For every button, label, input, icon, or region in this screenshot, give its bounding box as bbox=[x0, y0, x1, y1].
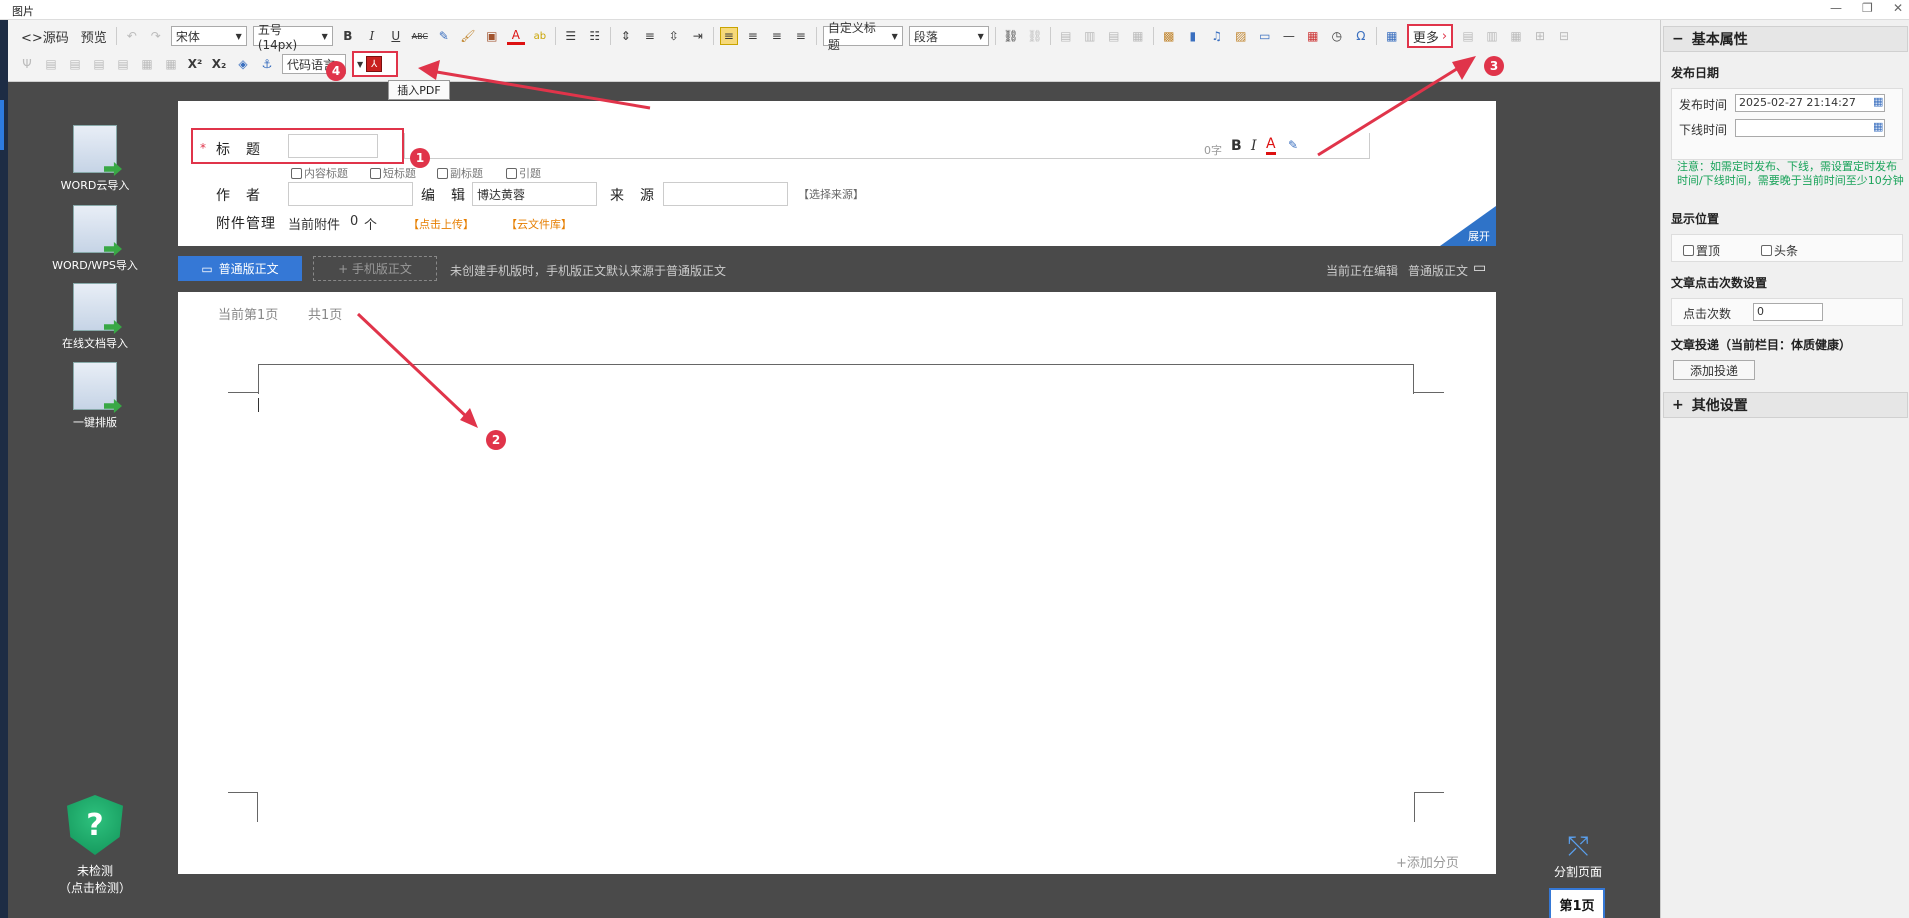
annotation-badge-3: 3 bbox=[1484, 56, 1504, 76]
arrow-line bbox=[356, 312, 472, 422]
arrow-head bbox=[1452, 56, 1476, 80]
arrow-head bbox=[418, 60, 440, 80]
arrow-to-more-button bbox=[1317, 56, 1476, 157]
arrow-to-editor bbox=[356, 312, 478, 428]
arrow-to-insert-pdf bbox=[418, 60, 651, 110]
annotation-overlay bbox=[356, 56, 1476, 428]
arrow-line bbox=[1317, 60, 1469, 157]
annotation-badge-1: 1 bbox=[410, 148, 430, 168]
annotation-badge-4: 4 bbox=[326, 61, 346, 81]
annotation-badge-2: 2 bbox=[486, 430, 506, 450]
arrow-head bbox=[460, 408, 478, 428]
arrow-line bbox=[424, 68, 651, 110]
